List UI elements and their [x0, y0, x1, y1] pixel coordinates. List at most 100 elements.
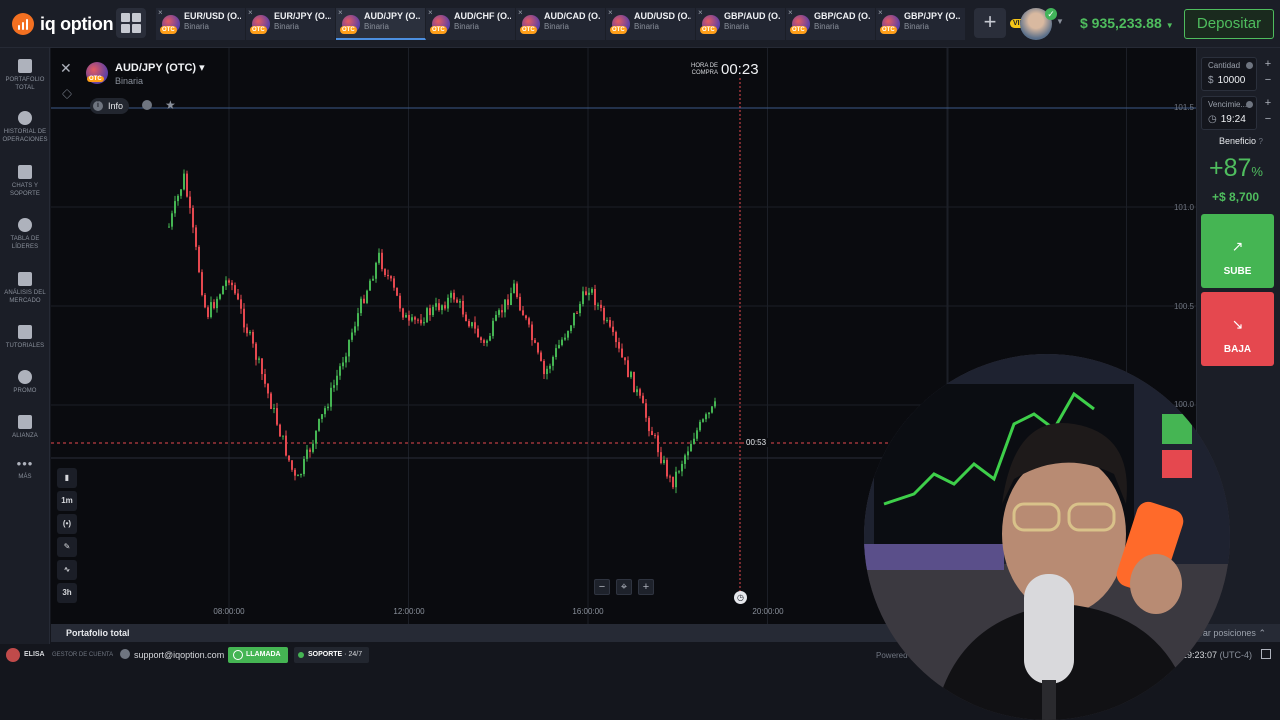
draw-tool-button[interactable]: ✎ [57, 537, 77, 557]
pin-icon[interactable] [142, 100, 152, 110]
asset-tab[interactable]: × OTC GBP/CAD (O... Binaria [786, 8, 876, 40]
amount-increase-button[interactable]: + [1261, 57, 1275, 72]
sidebar-item-promo[interactable]: PROMO [0, 370, 50, 395]
close-tab-icon[interactable]: × [158, 8, 163, 17]
sidebar-item-analysis[interactable]: ANÁLISIS DEL MERCADO [0, 272, 50, 305]
amount-decrease-button[interactable]: − [1261, 73, 1275, 88]
fullscreen-icon[interactable] [1261, 649, 1271, 659]
close-tab-icon[interactable]: × [788, 8, 793, 17]
center-chart-button[interactable]: ⌖ [616, 579, 632, 595]
asset-tab[interactable]: × OTC AUD/USD (O... Binaria [606, 8, 696, 40]
candle-body [702, 419, 704, 422]
wave-tool-button[interactable]: ∿ [57, 560, 77, 580]
close-tab-icon[interactable]: × [608, 8, 613, 17]
candle-body [240, 299, 242, 309]
indicators-button[interactable]: (•) [57, 514, 77, 534]
asset-tab[interactable]: × OTC EUR/JPY (O... Binaria [246, 8, 336, 40]
asset-name: AUD/JPY (OTC) [115, 62, 197, 74]
candle-body [534, 340, 536, 343]
otc-badge: OTC [340, 26, 357, 34]
put-down-button[interactable]: ↘ BAJA [1201, 292, 1274, 366]
support-button[interactable]: SOPORTE · 24/7 [294, 647, 370, 663]
close-tab-icon[interactable]: × [878, 8, 883, 17]
expiry-field[interactable]: Vencimie... ◷ 19:24 [1201, 96, 1257, 130]
star-icon[interactable]: ★ [165, 98, 176, 112]
candle-body [357, 313, 359, 327]
zoom-out-button[interactable]: − [594, 579, 610, 595]
candle-body [438, 303, 440, 311]
asset-grid-button[interactable] [116, 8, 146, 38]
candle-body [420, 319, 422, 324]
candle-body [657, 435, 659, 453]
candle-body [318, 418, 320, 431]
candle-body [309, 449, 311, 452]
period-button[interactable]: 3h [57, 583, 77, 603]
candle-body [672, 476, 674, 488]
candle-body [576, 312, 578, 314]
expiry-clock-icon[interactable]: ◷ [734, 591, 747, 604]
asset-tab[interactable]: × OTC GBP/JPY (O... Binaria [876, 8, 966, 40]
close-tab-icon[interactable]: × [248, 8, 253, 17]
candle-body [228, 280, 230, 283]
close-tab-icon[interactable]: × [518, 8, 523, 17]
candle-body [498, 310, 500, 315]
asset-tab[interactable]: × OTC AUD/CAD (O... Binaria [516, 8, 606, 40]
close-icon[interactable]: ✕ [60, 60, 72, 77]
info-button[interactable]: i Info [90, 98, 130, 114]
amount-field[interactable]: Cantidad $10000 [1201, 57, 1257, 91]
left-sidebar: PORTAFOLIO TOTAL HISTORIAL DE OPERACIONE… [0, 48, 50, 644]
candle-body [330, 387, 332, 407]
asset-tab[interactable]: × OTC AUD/CHF (O... Binaria [426, 8, 516, 40]
expiry-increase-button[interactable]: + [1261, 96, 1275, 111]
y-tick-label: 100.5 [1173, 302, 1194, 311]
more-icon: ••• [16, 456, 34, 471]
expiry-decrease-button[interactable]: − [1261, 112, 1275, 127]
sidebar-item-portfolio[interactable]: PORTAFOLIO TOTAL [0, 59, 50, 92]
otc-badge: OTC [430, 26, 447, 34]
timeframe-button[interactable]: 1m [57, 491, 77, 511]
asset-selector[interactable]: AUD/JPY (OTC) ▾ [115, 61, 205, 74]
candle-body [516, 283, 518, 297]
chart-type-button[interactable]: ▮ [57, 468, 77, 488]
y-tick-label: 101.5 [1173, 103, 1194, 112]
deposit-button[interactable]: Depositar [1184, 9, 1274, 39]
close-tab-icon[interactable]: × [698, 8, 703, 17]
trophy-icon [18, 218, 32, 232]
candle-body [183, 173, 185, 190]
candle-body [435, 303, 437, 307]
candle-body [642, 395, 644, 404]
candle-body [510, 293, 512, 306]
add-asset-button[interactable]: + [974, 8, 1006, 38]
logo[interactable]: iq option [12, 12, 114, 36]
help-icon[interactable] [1246, 62, 1253, 69]
sidebar-item-history[interactable]: HISTORIAL DE OPERACIONES [0, 111, 50, 144]
sidebar-item-more[interactable]: ••• MÁS [0, 456, 50, 481]
sidebar-item-leaderboard[interactable]: TABLA DE LÍDERES [0, 218, 50, 251]
help-icon[interactable] [1246, 101, 1253, 108]
tab-kind: Binaria [724, 22, 749, 31]
tab-kind: Binaria [184, 22, 209, 31]
asset-tab[interactable]: × OTC GBP/AUD (O... Binaria [696, 8, 786, 40]
balance-selector[interactable]: $ 935,233.88 ▼ [1080, 15, 1174, 31]
close-tab-icon[interactable]: × [428, 8, 433, 17]
call-button[interactable]: LLAMADA [228, 647, 288, 663]
call-up-button[interactable]: ↗ SUBE [1201, 214, 1274, 288]
chevron-down-icon[interactable]: ▼ [1056, 17, 1064, 26]
support-email-link[interactable]: support@iqoption.com [134, 650, 224, 660]
sidebar-item-label: TUTORIALES [5, 343, 45, 349]
asset-tab[interactable]: × OTC EUR/USD (O... Binaria [156, 8, 246, 40]
sidebar-item-label: MÁS [18, 474, 32, 480]
buy-timer: 00:23 [721, 61, 759, 78]
sidebar-item-tutorials[interactable]: TUTORIALES [0, 325, 50, 350]
amount-value[interactable]: 10000 [1218, 75, 1246, 86]
zoom-in-button[interactable]: + [638, 579, 654, 595]
chevron-up-icon: ⌃ [1258, 628, 1266, 638]
candle-body [471, 322, 473, 327]
candle-body [627, 360, 629, 378]
sidebar-item-chats[interactable]: CHATS Y SOPORTE [0, 165, 50, 198]
candle-body [621, 348, 623, 358]
sidebar-item-alliance[interactable]: ALIANZA [0, 415, 50, 440]
asset-tab-active[interactable]: × OTC AUD/JPY (O... Binaria [336, 8, 426, 40]
close-tab-icon[interactable]: × [338, 8, 343, 17]
expiry-value[interactable]: 19:24 [1221, 114, 1246, 125]
